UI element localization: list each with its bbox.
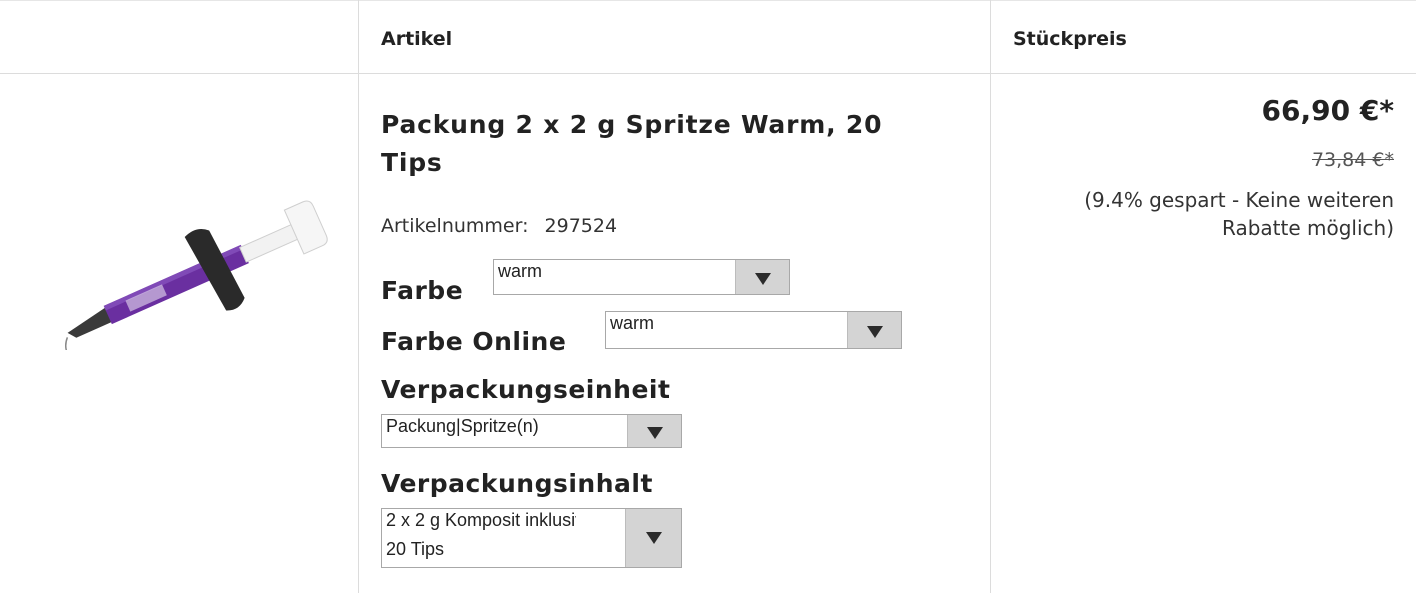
verpackungseinheit-select[interactable]: Packung|Spritze(n) xyxy=(381,414,682,448)
verpackungsinhalt-label: Verpackungsinhalt xyxy=(381,469,653,498)
savings-note-line1: (9.4% gespart - Keine weiteren xyxy=(1084,188,1394,212)
column-divider xyxy=(358,0,359,593)
chevron-down-icon xyxy=(847,312,901,348)
farbe-select[interactable]: warm xyxy=(493,259,790,295)
verpackungseinheit-select-value: Packung|Spritze(n) xyxy=(386,416,539,436)
syringe-product-image[interactable] xyxy=(30,150,340,350)
verpackungsinhalt-select-value-line2: 20 Tips xyxy=(386,539,445,559)
chevron-down-icon xyxy=(625,509,681,567)
column-header-unit-price: Stückpreis xyxy=(1013,28,1127,50)
savings-note: (9.4% gespart - Keine weiteren Rabatte m… xyxy=(994,186,1394,242)
verpackungsinhalt-select-value-line1: 2 x 2 g Komposit inklusive xyxy=(386,510,576,530)
table-header-row xyxy=(0,0,1416,74)
column-divider xyxy=(990,0,991,593)
unit-price: 66,90 €* xyxy=(1261,94,1394,127)
verpackungseinheit-label: Verpackungseinheit xyxy=(381,375,671,404)
article-number-row: Artikelnummer: 297524 xyxy=(381,215,617,237)
chevron-down-icon xyxy=(627,415,681,447)
cart-table: Artikel Stückpreis Packung 2 x 2 g Sprit… xyxy=(0,0,1416,593)
column-header-article: Artikel xyxy=(381,28,453,50)
article-number-label: Artikelnummer: xyxy=(381,215,529,237)
chevron-down-icon xyxy=(735,260,789,294)
savings-note-line2: Rabatte möglich) xyxy=(1221,216,1394,240)
product-title[interactable]: Packung 2 x 2 g Spritze Warm, 20 Tips xyxy=(381,106,941,182)
verpackungsinhalt-select[interactable]: 2 x 2 g Komposit inklusive 20 Tips xyxy=(381,508,682,568)
farbe-online-label: Farbe Online xyxy=(381,327,567,356)
old-price: 73,84 €* xyxy=(1311,149,1394,171)
article-number-value: 297524 xyxy=(544,215,618,237)
farbe-select-value: warm xyxy=(498,261,542,281)
farbe-online-select[interactable]: warm xyxy=(605,311,902,349)
farbe-online-select-value: warm xyxy=(610,313,654,333)
farbe-label: Farbe xyxy=(381,276,464,305)
